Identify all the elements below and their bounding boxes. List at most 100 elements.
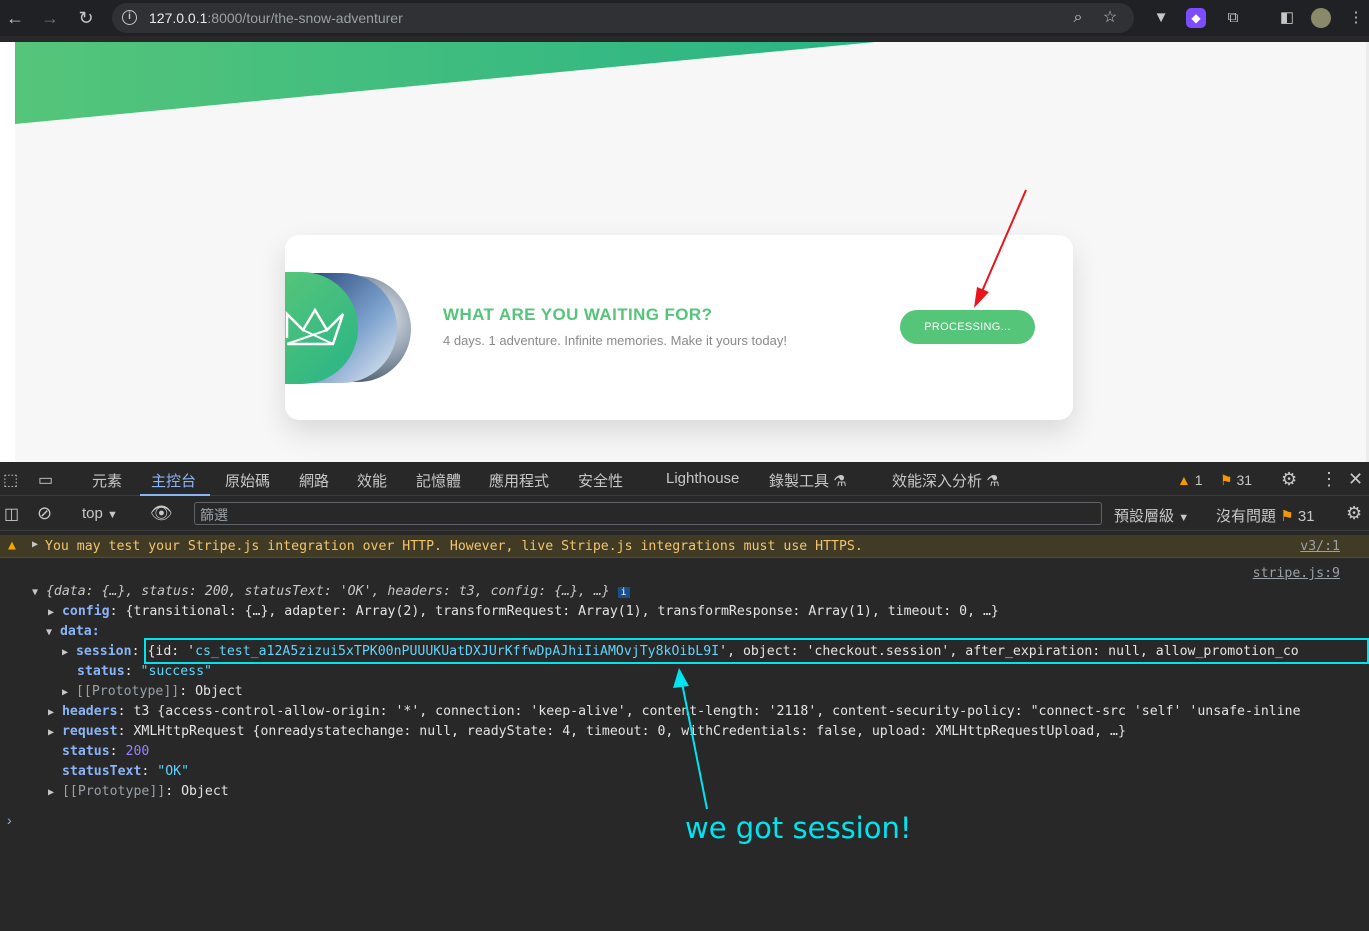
key-prototype: [[Prototype]] (61, 784, 166, 799)
issues-button[interactable]: 沒有問題 ⚑ 31 (1216, 505, 1315, 526)
warning-triangle-icon: ▲ (1177, 472, 1191, 488)
warning-source-link[interactable]: v3/:1 (1300, 539, 1340, 554)
tab-performance[interactable]: 效能 (357, 470, 387, 491)
log-source-link[interactable]: stripe.js:9 (1253, 566, 1340, 581)
address-bar[interactable]: i 127.0.0.1:8000/tour/the-snow-adventure… (112, 3, 1134, 33)
cta-card: WHAT ARE YOU WAITING FOR? 4 days. 1 adve… (285, 235, 1073, 420)
tab-memory[interactable]: 記憶體 (416, 470, 461, 491)
console-filter-input[interactable]: 篩選 (194, 502, 1102, 525)
issue-count: 31 (1236, 472, 1253, 488)
page-viewport: WHAT ARE YOU WAITING FOR? 4 days. 1 adve… (0, 42, 1369, 462)
tree-row-status: status: 200 (62, 744, 150, 759)
red-arrow-annotation (974, 189, 1027, 308)
no-issues-label: 沒有問題 (1216, 508, 1277, 525)
profile-avatar[interactable] (1311, 8, 1331, 28)
tab-network[interactable]: 網路 (299, 470, 329, 491)
context-selector[interactable]: top ▼ (82, 505, 118, 522)
forward-icon[interactable]: → (38, 6, 62, 30)
tab-console[interactable]: 主控台 (151, 470, 196, 491)
back-icon[interactable]: ← (3, 6, 27, 30)
tab-perf-insights-label: 效能深入分析 (892, 473, 983, 490)
session-highlight-box (144, 638, 1369, 664)
key-request: request (61, 724, 118, 739)
url-text[interactable]: 127.0.0.1:8000/tour/the-snow-adventurer (149, 10, 403, 26)
tree-row-data[interactable]: ▼ data: (46, 624, 100, 639)
tab-sources[interactable]: 原始碼 (225, 470, 270, 491)
levels-label: 預設層級 (1114, 508, 1175, 525)
vue-devtools-icon[interactable]: ▼ (1150, 7, 1172, 29)
close-devtools-icon[interactable]: ✕ (1348, 469, 1363, 490)
side-panel-icon[interactable]: ◧ (1276, 7, 1298, 29)
tab-elements[interactable]: 元素 (92, 470, 122, 491)
issue-counter[interactable]: ⚑ 31 (1220, 472, 1252, 489)
info-icon[interactable]: i (617, 587, 630, 598)
more-menu-icon[interactable]: ⋮ (1345, 7, 1367, 29)
url-path: :8000/tour/the-snow-adventurer (207, 10, 403, 26)
tree-row-statustext: statusText: "OK" (62, 764, 190, 779)
value-config: {transitional: {…}, adapter: Array(2), t… (125, 604, 999, 619)
annotation-text: we got session! (685, 811, 912, 845)
key-headers: headers (61, 704, 118, 719)
bookmark-star-icon[interactable]: ☆ (1099, 7, 1121, 29)
console-toolbar: ◫ ⊘ top ▼ 👁 篩選 預設層級 ▼ 沒有問題 ⚑ 31 ⚙ (0, 497, 1369, 531)
object-root-row[interactable]: ▼ {data: {…}, status: 200, statusText: '… (32, 584, 630, 599)
expand-triangle-icon: ▶ (48, 727, 55, 738)
flask-icon: ⚗ (986, 473, 1000, 490)
value-status: 200 (125, 744, 150, 759)
sidebar-toggle-icon[interactable]: ◫ (4, 504, 19, 524)
tab-security[interactable]: 安全性 (578, 470, 623, 491)
no-issues-count: 31 (1297, 508, 1315, 525)
value-prototype: Object (195, 684, 243, 699)
tab-recorder[interactable]: 錄製工具 ⚗ (769, 470, 847, 491)
clear-console-icon[interactable]: ⊘ (37, 503, 52, 524)
tab-recorder-label: 錄製工具 (769, 473, 830, 490)
book-tour-button[interactable]: PROCESSING... (900, 310, 1035, 344)
console-settings-icon[interactable]: ⚙ (1346, 503, 1362, 524)
expand-triangle-icon: ▶ (48, 787, 55, 798)
tree-row-request[interactable]: ▶ request: XMLHttpRequest {onreadystatec… (48, 724, 1126, 739)
settings-gear-icon[interactable]: ⚙ (1281, 469, 1297, 490)
warning-triangle-icon: ▲ (8, 538, 16, 553)
key-prototype: [[Prototype]] (75, 684, 180, 699)
tab-performance-insights[interactable]: 效能深入分析 ⚗ (892, 470, 1000, 491)
reload-icon[interactable]: ↻ (74, 6, 98, 30)
page-edge (0, 42, 15, 462)
value-prototype: Object (181, 784, 229, 799)
warning-counter[interactable]: ▲ 1 (1177, 472, 1203, 488)
collapse-triangle-icon: ▼ (46, 627, 53, 638)
tree-row-prototype-inner[interactable]: ▶ [[Prototype]]: Object (62, 684, 243, 699)
expand-triangle-icon: ▶ (48, 607, 55, 618)
caret-down-icon: ▼ (1178, 512, 1190, 524)
url-host: 127.0.0.1 (149, 10, 208, 26)
tree-row-status-inner: status: "success" (77, 664, 212, 679)
flask-icon: ⚗ (833, 473, 847, 490)
expand-triangle-icon: ▶ (62, 687, 69, 698)
devtools-menu-icon[interactable]: ⋮ (1320, 469, 1338, 490)
inspect-element-icon[interactable]: ⬚ (3, 470, 18, 490)
key-status: status (77, 664, 125, 679)
expand-triangle-icon: ▶ (48, 707, 55, 718)
browser-toolbar: ← → ↻ i 127.0.0.1:8000/tour/the-snow-adv… (0, 0, 1369, 36)
live-expression-eye-icon[interactable]: 👁 (150, 503, 173, 524)
site-info-icon[interactable]: i (122, 10, 137, 25)
value-statustext: "OK" (157, 764, 190, 779)
tree-row-prototype[interactable]: ▶ [[Prototype]]: Object (48, 784, 229, 799)
object-root-summary: {data: {…}, status: 200, statusText: 'OK… (45, 584, 610, 599)
warning-count: 1 (1194, 472, 1203, 488)
value-request: XMLHttpRequest {onreadystatechange: null… (133, 724, 1126, 739)
issue-flag-icon: ⚑ (1220, 472, 1233, 488)
extension-icon[interactable]: ◆ (1186, 8, 1206, 28)
tree-row-config[interactable]: ▶ config: {transitional: {…}, adapter: A… (48, 604, 999, 619)
device-toolbar-icon[interactable]: ▭ (38, 470, 53, 490)
expand-triangle-icon[interactable]: ▶ (32, 539, 38, 550)
expand-triangle-icon: ▶ (62, 647, 69, 658)
console-prompt-icon[interactable]: › (7, 812, 12, 828)
tab-application[interactable]: 應用程式 (489, 470, 549, 491)
value-status-success: "success" (140, 664, 212, 679)
key-config: config (61, 604, 110, 619)
value-headers: t3 {access-control-allow-origin: '*', co… (133, 704, 1301, 719)
extensions-puzzle-icon[interactable]: ⧉ (1222, 7, 1244, 29)
log-levels-dropdown[interactable]: 預設層級 ▼ (1114, 505, 1189, 526)
tab-lighthouse[interactable]: Lighthouse (666, 470, 739, 487)
zoom-icon[interactable]: ⌕ (1067, 7, 1089, 29)
